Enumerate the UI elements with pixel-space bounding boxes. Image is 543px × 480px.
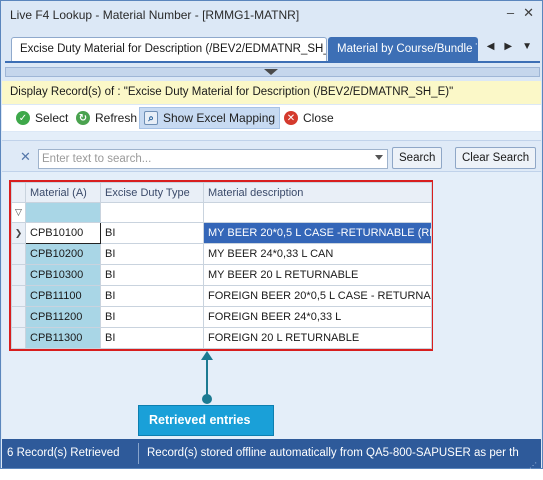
table-row[interactable]: CPB10300 BI MY BEER 20 L RETURNABLE [11, 264, 432, 286]
cell-description[interactable]: MY BEER 20*0,5 L CASE -RETURNABLE (RET.) [203, 222, 432, 244]
callout-arrow-line [206, 357, 208, 397]
cell-type[interactable]: BI [100, 222, 204, 244]
collapse-splitter[interactable] [5, 67, 540, 77]
search-placeholder: Enter text to search... [42, 153, 152, 165]
window-controls: – ✕ [507, 5, 534, 21]
row-indicator [11, 327, 26, 349]
cell-description[interactable]: FOREIGN 20 L RETURNABLE [203, 327, 432, 349]
table-row[interactable]: CPB11200 BI FOREIGN BEER 24*0,33 L [11, 306, 432, 328]
refresh-button[interactable]: ↻ Refresh [72, 107, 141, 129]
column-header-description[interactable]: Material description [203, 182, 432, 203]
close-window-button[interactable]: ✕ [523, 5, 534, 21]
cell-type[interactable]: BI [100, 264, 204, 286]
row-indicator [11, 306, 26, 328]
lookup-window: Live F4 Lookup - Material Number - [RMMG… [0, 0, 543, 470]
row-indicator [11, 285, 26, 307]
cell-type[interactable]: BI [100, 327, 204, 349]
retrieved-entries-callout: Retrieved entries [138, 405, 274, 436]
dropdown-arrow-icon[interactable] [375, 155, 383, 160]
cell-material[interactable]: CPB10100 [25, 222, 101, 244]
tab-prev-icon[interactable]: ◀ [487, 41, 495, 52]
tab-next-icon[interactable]: ▶ [504, 41, 512, 52]
row-indicator [11, 243, 26, 265]
cell-description[interactable]: FOREIGN BEER 20*0,5 L CASE - RETURNABLE [203, 285, 432, 307]
row-indicator [11, 264, 26, 286]
collapse-arrow-icon[interactable] [264, 69, 278, 75]
table-row[interactable]: CPB10200 BI MY BEER 24*0,33 L CAN [11, 243, 432, 265]
search-input[interactable]: Enter text to search... [38, 149, 388, 169]
tab-excise-duty-material[interactable]: Excise Duty Material for Description (/B… [11, 37, 327, 61]
window-title: Live F4 Lookup - Material Number - [RMMG… [10, 8, 300, 22]
filter-cell-material[interactable] [25, 202, 101, 223]
title-bar: Live F4 Lookup - Material Number - [RMMG… [1, 1, 542, 29]
header-row: Material (A) Excise Duty Type Material d… [11, 182, 432, 203]
cell-description[interactable]: MY BEER 24*0,33 L CAN [203, 243, 432, 265]
offline-storage-status: Record(s) stored offline automatically f… [147, 447, 519, 459]
column-header-excise-type[interactable]: Excise Duty Type [100, 182, 204, 203]
tab-material-by-course[interactable]: Material by Course/Bundle Type [328, 37, 478, 61]
cell-material[interactable]: CPB11200 [25, 306, 101, 328]
cell-material[interactable]: CPB11300 [25, 327, 101, 349]
callout-arrow-dot [202, 394, 212, 404]
minimize-button[interactable]: – [507, 5, 514, 21]
cell-material[interactable]: CPB11100 [25, 285, 101, 307]
check-icon: ✓ [16, 111, 30, 125]
table-row[interactable]: CPB11300 BI FOREIGN 20 L RETURNABLE [11, 327, 432, 349]
display-records-banner: Display Record(s) of : "Excise Duty Mate… [2, 81, 541, 104]
cell-type[interactable]: BI [100, 243, 204, 265]
tab-strip: Excise Duty Material for Description (/B… [5, 33, 540, 63]
toolbar: ✓ Select ↻ Refresh ⌕ Show Excel Mapping … [2, 105, 541, 131]
filter-row: ▽ [11, 202, 432, 223]
column-header-material[interactable]: Material (A) [25, 182, 101, 203]
cell-type[interactable]: BI [100, 306, 204, 328]
close-label: Close [303, 111, 334, 125]
resize-grip-icon[interactable]: ⋰ [529, 451, 537, 480]
show-excel-mapping-button[interactable]: ⌕ Show Excel Mapping [139, 107, 281, 129]
results-table: Material (A) Excise Duty Type Material d… [11, 182, 432, 349]
clear-x-icon[interactable]: ✕ [20, 149, 31, 165]
status-bar: 6 Record(s) Retrieved Record(s) stored o… [2, 439, 541, 470]
records-count-status: 6 Record(s) Retrieved [7, 447, 120, 459]
table-row[interactable]: CPB11100 BI FOREIGN BEER 20*0,5 L CASE -… [11, 285, 432, 307]
filter-cell-type[interactable] [100, 202, 204, 223]
tab-menu-icon[interactable]: ▼ [522, 41, 532, 52]
table-row[interactable]: ❯ CPB10100 BI MY BEER 20*0,5 L CASE -RET… [11, 222, 432, 244]
clear-search-button[interactable]: Clear Search [455, 147, 537, 169]
tab-navigation: ◀ ▶ ▼ [487, 41, 532, 52]
refresh-label: Refresh [95, 111, 138, 125]
excel-mapping-icon: ⌕ [144, 111, 158, 125]
refresh-icon: ↻ [76, 111, 90, 125]
cell-description[interactable]: MY BEER 20 L RETURNABLE [203, 264, 432, 286]
filter-cell-description[interactable] [203, 202, 432, 223]
search-bar: ✕ Enter text to search... Search Clear S… [2, 140, 541, 172]
status-separator [138, 443, 139, 464]
filter-icon[interactable]: ▽ [11, 202, 26, 223]
cell-material[interactable]: CPB10300 [25, 264, 101, 286]
select-label: Select [35, 111, 69, 125]
cell-material[interactable]: CPB10200 [25, 243, 101, 265]
results-grid: Material (A) Excise Duty Type Material d… [9, 180, 433, 351]
cell-type[interactable]: BI [100, 285, 204, 307]
cell-description[interactable]: FOREIGN BEER 24*0,33 L [203, 306, 432, 328]
search-button[interactable]: Search [392, 147, 443, 169]
excel-mapping-label: Show Excel Mapping [163, 111, 276, 125]
header-indicator [11, 182, 26, 203]
row-pointer-icon: ❯ [11, 222, 26, 244]
close-icon: ✕ [284, 111, 298, 125]
select-button[interactable]: ✓ Select [12, 107, 72, 129]
close-button[interactable]: ✕ Close [280, 107, 338, 129]
